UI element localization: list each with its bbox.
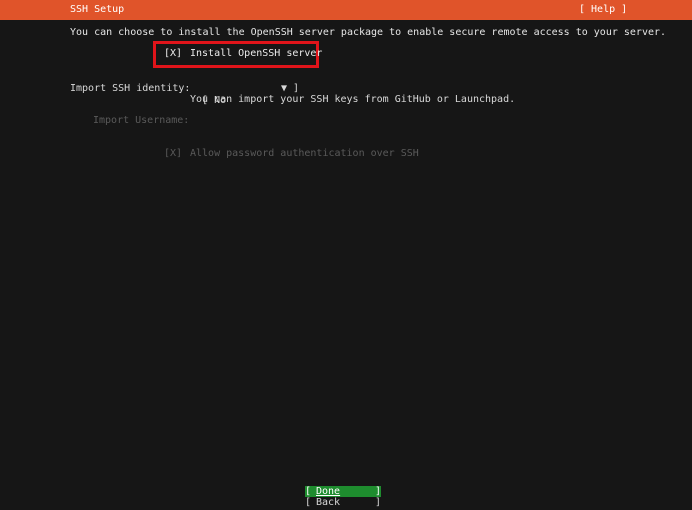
import-ssh-help-text: You can import your SSH keys from GitHub… bbox=[190, 94, 516, 105]
done-bracket-close: ] bbox=[375, 486, 382, 497]
install-openssh-label[interactable]: Install OpenSSH server bbox=[190, 48, 322, 60]
import-ssh-identity-label: Import SSH identity: bbox=[70, 83, 191, 94]
allow-password-checkbox[interactable]: [X] bbox=[164, 148, 182, 160]
done-label: Done bbox=[316, 486, 341, 497]
back-bracket-close: ] bbox=[375, 497, 382, 508]
allow-password-label[interactable]: Allow password authentication over SSH bbox=[190, 148, 419, 160]
done-button[interactable]: [ Done ] bbox=[305, 486, 381, 497]
back-button[interactable]: [ Back ] bbox=[305, 497, 381, 508]
page-title: SSH Setup bbox=[70, 4, 125, 15]
intro-text: You can choose to install the OpenSSH se… bbox=[70, 27, 667, 38]
done-bracket-open: [ bbox=[305, 486, 312, 497]
install-openssh-checkbox[interactable]: [X] bbox=[164, 48, 182, 60]
help-button[interactable]: [ Help ] bbox=[579, 4, 627, 15]
header-bar: SSH Setup [ Help ] bbox=[0, 0, 692, 20]
import-username-label: Import Username: bbox=[93, 115, 190, 126]
back-bracket-open: [ bbox=[305, 497, 312, 508]
back-label: Back bbox=[316, 497, 341, 508]
import-ssh-identity-select[interactable]: [ No ▼ ] bbox=[190, 83, 299, 131]
